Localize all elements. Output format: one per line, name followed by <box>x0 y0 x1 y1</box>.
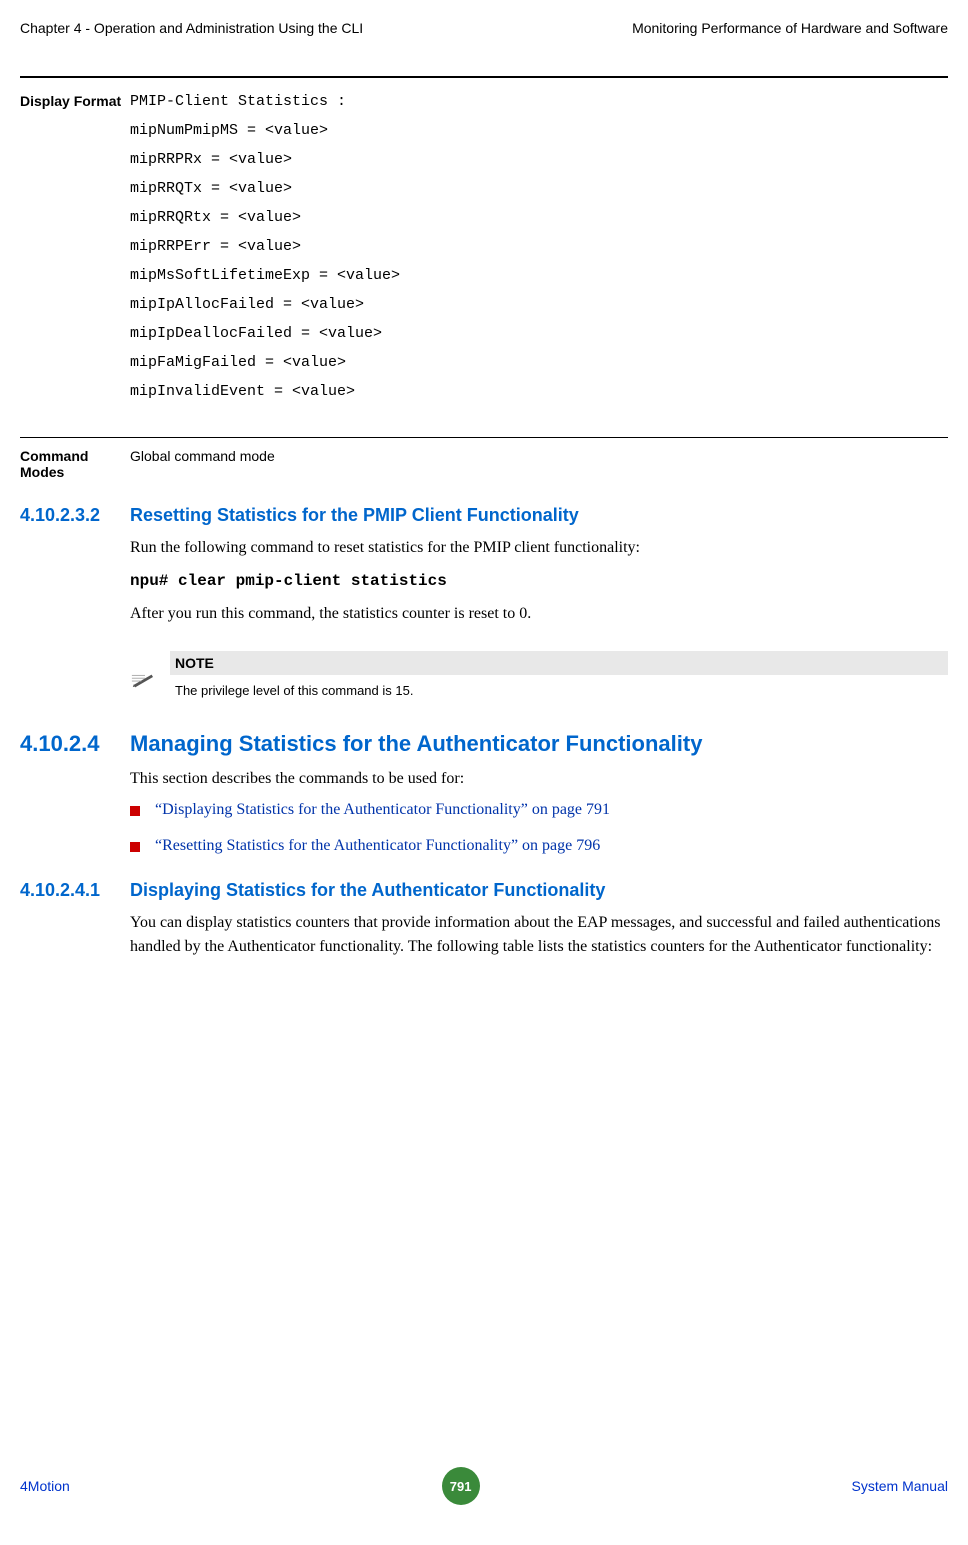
display-format-section: Display Format PMIP-Client Statistics : … <box>20 93 948 412</box>
heading-row: 4.10.2.4 Managing Statistics for the Aut… <box>20 731 948 757</box>
heading-title: Displaying Statistics for the Authentica… <box>130 880 605 901</box>
mono-line: PMIP-Client Statistics : <box>130 93 948 110</box>
mono-line: mipRRQRtx = <value> <box>130 209 948 226</box>
mono-line: mipInvalidEvent = <value> <box>130 383 948 400</box>
page-number-badge: 791 <box>442 1467 480 1505</box>
bullet-icon <box>130 842 140 852</box>
heading-num: 4.10.2.4.1 <box>20 880 130 901</box>
heading-num: 4.10.2.3.2 <box>20 505 130 526</box>
display-format-content: PMIP-Client Statistics : mipNumPmipMS = … <box>130 93 948 412</box>
note-content: NOTE The privilege level of this command… <box>170 651 948 706</box>
heading-row: 4.10.2.4.1 Displaying Statistics for the… <box>20 880 948 901</box>
mono-line: mipRRPErr = <value> <box>130 238 948 255</box>
link-text[interactable]: “Displaying Statistics for the Authentic… <box>155 801 610 819</box>
body-text: After you run this command, the statisti… <box>130 602 948 626</box>
command-modes-label: Command Modes <box>20 448 130 480</box>
bullet-icon <box>130 806 140 816</box>
mono-line: mipRRPRx = <value> <box>130 151 948 168</box>
body-text: This section describes the commands to b… <box>130 767 948 791</box>
mono-line: mipRRQTx = <value> <box>130 180 948 197</box>
note-text: The privilege level of this command is 1… <box>170 675 948 706</box>
header-left: Chapter 4 - Operation and Administration… <box>20 20 363 36</box>
footer-left: 4Motion <box>20 1478 70 1494</box>
command-modes-section: Command Modes Global command mode <box>20 448 948 480</box>
mono-line: mipIpAllocFailed = <value> <box>130 296 948 313</box>
page-footer: 4Motion 791 System Manual <box>0 1467 968 1520</box>
body-text: Run the following command to reset stati… <box>130 536 948 560</box>
page-header: Chapter 4 - Operation and Administration… <box>20 20 948 36</box>
list-item: “Resetting Statistics for the Authentica… <box>130 837 948 855</box>
pencil-icon <box>130 651 170 694</box>
rule <box>20 437 948 438</box>
note-block: NOTE The privilege level of this command… <box>130 651 948 706</box>
list-item: “Displaying Statistics for the Authentic… <box>130 801 948 819</box>
body-text: You can display statistics counters that… <box>130 911 948 959</box>
heading-title: Resetting Statistics for the PMIP Client… <box>130 505 579 526</box>
mono-line: mipFaMigFailed = <value> <box>130 354 948 371</box>
link-text[interactable]: “Resetting Statistics for the Authentica… <box>155 837 600 855</box>
rule <box>20 76 948 78</box>
bullet-list: “Displaying Statistics for the Authentic… <box>130 801 948 855</box>
heading-title: Managing Statistics for the Authenticato… <box>130 731 702 757</box>
page-number: 791 <box>450 1479 472 1494</box>
command-modes-text: Global command mode <box>130 448 948 480</box>
mono-line: mipIpDeallocFailed = <value> <box>130 325 948 342</box>
command-text: npu# clear pmip-client statistics <box>130 572 948 590</box>
note-title: NOTE <box>170 651 948 675</box>
display-format-label: Display Format <box>20 93 130 412</box>
heading-num: 4.10.2.4 <box>20 731 130 757</box>
mono-line: mipNumPmipMS = <value> <box>130 122 948 139</box>
mono-line: mipMsSoftLifetimeExp = <value> <box>130 267 948 284</box>
footer-right: System Manual <box>852 1478 948 1494</box>
heading-row: 4.10.2.3.2 Resetting Statistics for the … <box>20 505 948 526</box>
header-right: Monitoring Performance of Hardware and S… <box>632 20 948 36</box>
